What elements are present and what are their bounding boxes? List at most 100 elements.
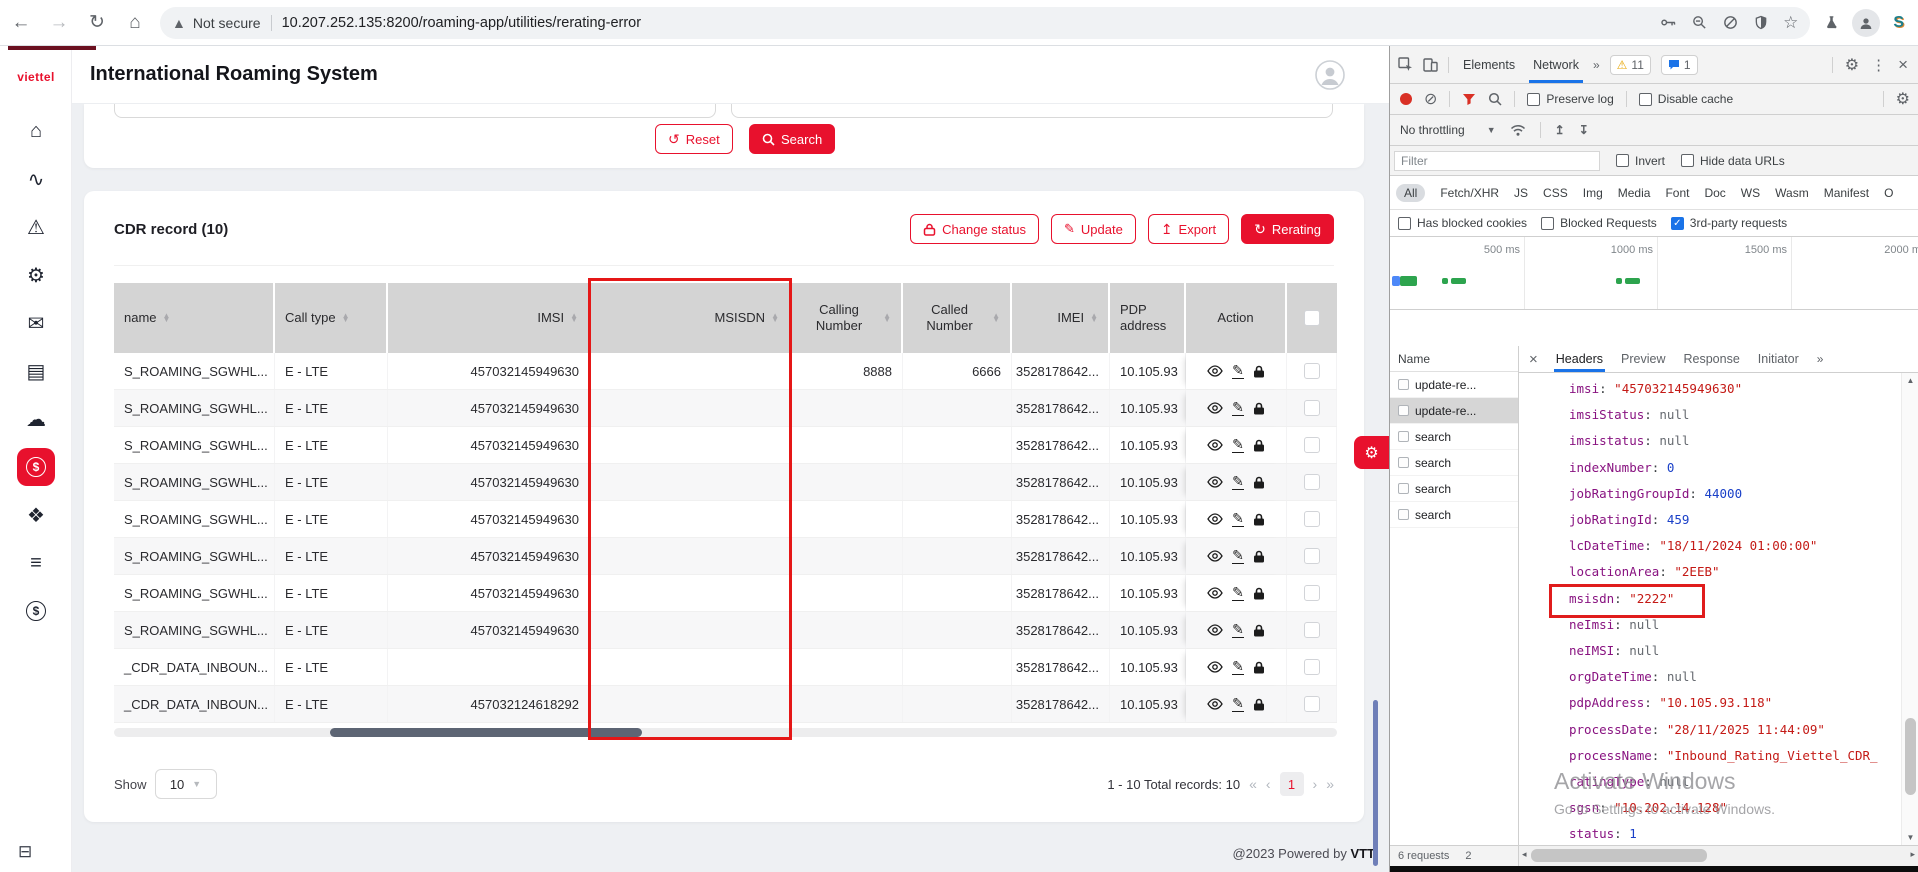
lock-icon[interactable] (1253, 624, 1265, 637)
filter-pill-all[interactable]: All (1396, 184, 1425, 202)
sort-icon[interactable]: ▲▼ (1090, 314, 1098, 323)
invert-option[interactable]: Invert (1616, 154, 1665, 168)
lock-icon[interactable] (1253, 476, 1265, 489)
json-field-imsistatus[interactable]: imsistatus: null (1569, 428, 1901, 454)
table-row[interactable]: S_ROAMING_SGWHL...E - LTE457032145949630… (114, 427, 1337, 464)
view-icon[interactable] (1207, 698, 1223, 710)
shield-icon[interactable] (1753, 14, 1769, 31)
close-devtools-icon[interactable]: × (1898, 55, 1908, 75)
filter-pill-wasm[interactable]: Wasm (1775, 186, 1809, 200)
row-checkbox[interactable] (1304, 437, 1320, 453)
floating-settings-button[interactable]: ⚙ (1354, 436, 1389, 469)
kebab-menu-icon[interactable]: ⋮ (1871, 56, 1886, 74)
scroll-down-icon[interactable]: ▼ (1902, 833, 1918, 842)
json-field-imsi[interactable]: imsi: "457032145949630" (1569, 376, 1901, 402)
preserve-log-option[interactable]: Preserve log (1527, 92, 1613, 106)
edit-icon[interactable]: ✎ (1232, 659, 1244, 675)
row-checkbox[interactable] (1304, 474, 1320, 490)
sidebar-item-alert[interactable]: ⚠ (17, 208, 55, 246)
page-number[interactable]: 1 (1280, 772, 1304, 796)
lock-icon[interactable] (1253, 365, 1265, 378)
detail-horizontal-scrollbar[interactable]: ◂ ▸ (1519, 846, 1918, 866)
view-icon[interactable] (1207, 476, 1223, 488)
json-field-sgsn[interactable]: sgsn: "10.202.14.128" (1569, 795, 1901, 821)
row-checkbox[interactable] (1304, 659, 1320, 675)
change-status-button[interactable]: Change status (910, 214, 1039, 244)
json-field-msisdn[interactable]: msisdn: "2222" (1569, 586, 1901, 612)
edit-icon[interactable]: ✎ (1232, 400, 1244, 416)
forward-icon[interactable]: → (42, 6, 76, 40)
row-checkbox[interactable] (1304, 622, 1320, 638)
view-icon[interactable] (1207, 402, 1223, 414)
request-row[interactable]: search (1390, 476, 1518, 502)
export-har-icon[interactable]: ↧ (1579, 123, 1589, 137)
view-icon[interactable] (1207, 439, 1223, 451)
browser-profile-avatar[interactable] (1852, 9, 1880, 37)
more-detail-tabs-icon[interactable]: » (1817, 352, 1824, 366)
scroll-left-icon[interactable]: ◂ (1522, 849, 1527, 860)
lock-icon[interactable] (1253, 513, 1265, 526)
json-field-jobRatingGroupId[interactable]: jobRatingGroupId: 44000 (1569, 481, 1901, 507)
row-checkbox[interactable] (1304, 363, 1320, 379)
json-field-pdpAddress[interactable]: pdpAddress: "10.105.93.118" (1569, 690, 1901, 716)
edit-icon[interactable]: ✎ (1232, 437, 1244, 453)
scrollbar-thumb[interactable] (1531, 849, 1707, 862)
sidebar-collapse-icon[interactable]: ⊟ (18, 842, 32, 862)
col-call-type[interactable]: Call type▲▼ (275, 283, 388, 353)
edit-icon[interactable]: ✎ (1232, 585, 1244, 601)
sidebar-item-chart[interactable]: ∿ (17, 160, 55, 198)
row-checkbox[interactable] (1304, 585, 1320, 601)
update-button[interactable]: ✎ Update (1051, 214, 1136, 244)
import-har-icon[interactable]: ↥ (1555, 123, 1565, 137)
more-tabs-icon[interactable]: » (1593, 58, 1600, 72)
tab-elements[interactable]: Elements (1459, 46, 1519, 83)
search-field-1[interactable] (114, 104, 716, 118)
table-horizontal-scrollbar[interactable] (114, 728, 1337, 737)
sidebar-item-report[interactable]: ▤ (17, 352, 55, 390)
preserve-log-checkbox[interactable] (1527, 93, 1540, 106)
request-list-header[interactable]: Name (1390, 346, 1518, 372)
option-3rd-party-requests[interactable]: ✓3rd-party requests (1671, 216, 1787, 230)
home-icon[interactable]: ⌂ (118, 6, 152, 40)
json-field-indexNumber[interactable]: indexNumber: 0 (1569, 455, 1901, 481)
clear-icon[interactable]: ⊘ (1424, 89, 1437, 109)
sort-icon[interactable]: ▲▼ (342, 314, 350, 323)
option-has-blocked-cookies[interactable]: Has blocked cookies (1398, 216, 1527, 230)
sort-icon[interactable]: ▲▼ (883, 314, 891, 323)
checkbox[interactable] (1541, 217, 1554, 230)
disable-cache-option[interactable]: Disable cache (1639, 92, 1733, 106)
sort-icon[interactable]: ▲▼ (771, 314, 779, 323)
invert-checkbox[interactable] (1616, 154, 1629, 167)
sort-icon[interactable]: ▲▼ (992, 314, 1000, 323)
json-field-imsiStatus[interactable]: imsiStatus: null (1569, 402, 1901, 428)
url-text[interactable]: 10.207.252.135:8200/roaming-app/utilitie… (282, 15, 1649, 31)
filter-pill-js[interactable]: JS (1514, 186, 1528, 200)
sidebar-item-integration[interactable]: ❖ (17, 496, 55, 534)
address-bar[interactable]: ▲ Not secure 10.207.252.135:8200/roaming… (160, 7, 1810, 39)
sort-icon[interactable]: ▲▼ (163, 314, 171, 323)
search-button[interactable]: Search (749, 124, 835, 154)
row-checkbox[interactable] (1304, 511, 1320, 527)
filter-pill-ws[interactable]: WS (1741, 186, 1760, 200)
json-field-processDate[interactable]: processDate: "28/11/2025 11:44:09" (1569, 717, 1901, 743)
sidebar-item-finance[interactable]: $ (17, 592, 55, 630)
last-page-icon[interactable]: » (1326, 776, 1334, 792)
sidebar-item-engine[interactable]: ⚙ (17, 256, 55, 294)
device-toolbar-icon[interactable] (1423, 58, 1438, 72)
sidebar-item-home[interactable]: ⌂ (17, 112, 55, 150)
back-icon[interactable]: ← (4, 6, 38, 40)
tab-network[interactable]: Network (1529, 46, 1583, 83)
hide-data-urls-option[interactable]: Hide data URLs (1681, 154, 1785, 168)
col-name[interactable]: name▲▼ (114, 283, 275, 353)
view-icon[interactable] (1207, 624, 1223, 636)
scrollbar-thumb[interactable] (1905, 718, 1916, 795)
reset-button[interactable]: ↺ Reset (655, 124, 733, 154)
table-row[interactable]: S_ROAMING_SGWHL...E - LTE457032145949630… (114, 464, 1337, 501)
edit-icon[interactable]: ✎ (1232, 474, 1244, 490)
view-icon[interactable] (1207, 365, 1223, 377)
not-secure-warning-icon[interactable]: ▲ (172, 15, 186, 31)
network-timeline[interactable]: 500 ms1000 ms1500 ms2000 m (1390, 237, 1918, 310)
table-row[interactable]: S_ROAMING_SGWHL...E - LTE457032145949630… (114, 538, 1337, 575)
select-all-checkbox[interactable] (1304, 310, 1320, 326)
inspect-icon[interactable] (1398, 57, 1413, 72)
